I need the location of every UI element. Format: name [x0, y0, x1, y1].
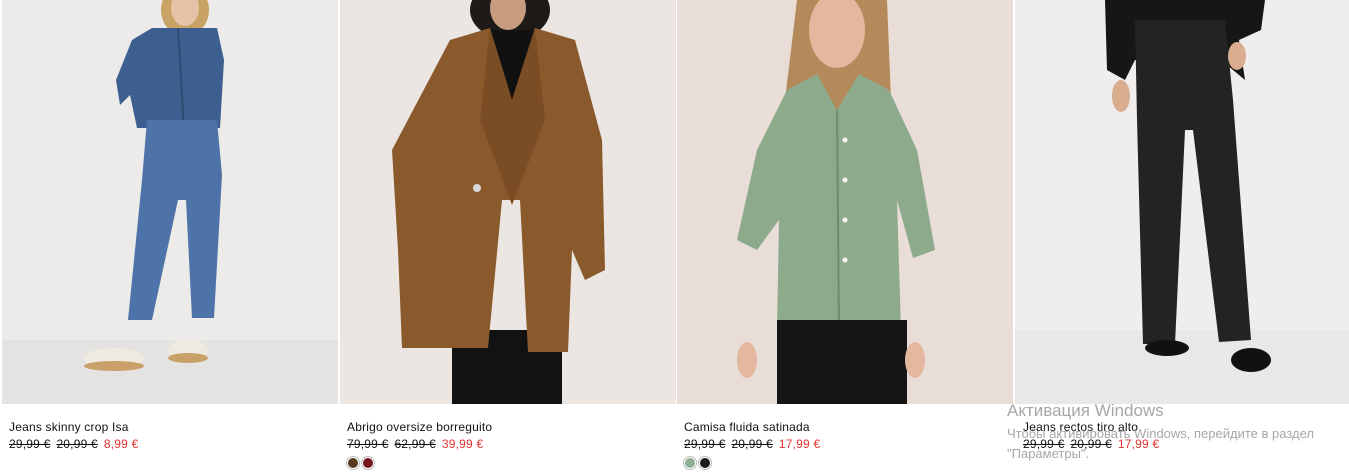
price-previous: 20,99 € [56, 437, 98, 451]
price-original: 79,99 € [347, 437, 389, 451]
product-card[interactable]: Jeans skinny crop Isa 29,99 € 20,99 € 8,99… [2, 0, 338, 476]
product-prices: 29,99 € 20,99 € 17,99 € [1023, 437, 1159, 451]
price-original: 29,99 € [684, 437, 726, 451]
color-swatches [347, 458, 373, 468]
product-name[interactable]: Jeans rectos tiro alto [1023, 420, 1138, 434]
color-swatch-black[interactable] [700, 458, 710, 468]
price-previous: 20,99 € [731, 437, 773, 451]
price-original: 29,99 € [1023, 437, 1065, 451]
color-swatch-burgundy[interactable] [363, 458, 373, 468]
product-card[interactable]: Abrigo oversize borreguito 79,99 € 62,99 … [340, 0, 676, 476]
product-prices: 29,99 € 20,99 € 8,99 € [9, 437, 138, 451]
price-previous: 62,99 € [394, 437, 436, 451]
product-card[interactable]: Jeans rectos tiro alto 29,99 € 20,99 € 17,… [1015, 0, 1349, 476]
product-name[interactable]: Camisa fluida satinada [684, 420, 810, 434]
color-swatches [684, 458, 710, 468]
color-swatch-brown[interactable] [348, 458, 358, 468]
product-photo[interactable] [677, 0, 1013, 404]
product-photo[interactable] [2, 0, 338, 404]
price-previous: 20,99 € [1070, 437, 1112, 451]
product-prices: 29,99 € 20,99 € 17,99 € [684, 437, 820, 451]
price-original: 29,99 € [9, 437, 51, 451]
price-sale: 8,99 € [103, 437, 139, 451]
price-sale: 17,99 € [778, 437, 821, 451]
product-name[interactable]: Abrigo oversize borreguito [347, 420, 492, 434]
product-photo[interactable] [1015, 0, 1349, 404]
price-sale: 17,99 € [1117, 437, 1160, 451]
product-name[interactable]: Jeans skinny crop Isa [9, 420, 129, 434]
color-swatch-green[interactable] [685, 458, 695, 468]
product-grid: Jeans skinny crop Isa 29,99 € 20,99 € 8,99… [0, 0, 1349, 476]
product-photo[interactable] [340, 0, 676, 404]
product-prices: 79,99 € 62,99 € 39,99 € [347, 437, 483, 451]
price-sale: 39,99 € [441, 437, 484, 451]
product-card[interactable]: Camisa fluida satinada 29,99 € 20,99 € 17,… [677, 0, 1013, 476]
